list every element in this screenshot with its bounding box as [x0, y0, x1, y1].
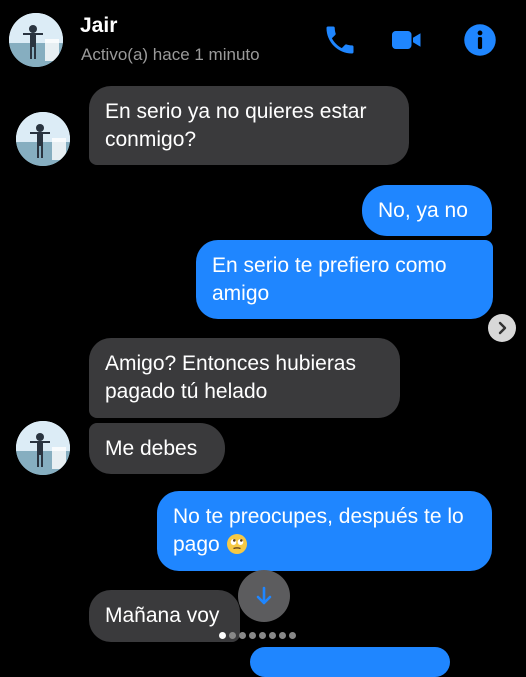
sender-avatar[interactable] [16, 421, 70, 475]
pagination-dot[interactable] [229, 632, 236, 639]
message-bubble-incoming[interactable]: Mañana voy [89, 590, 240, 642]
message-text: No, ya no [378, 198, 468, 222]
message-bubble-incoming[interactable]: Amigo? Entonces hubieras pagado tú helad… [89, 338, 400, 418]
active-status: Activo(a) hace 1 minuto [81, 45, 260, 64]
pagination-dot[interactable] [249, 632, 256, 639]
video-camera-icon[interactable] [389, 22, 425, 58]
arrow-down-icon [256, 586, 272, 605]
message-text: En serio te prefiero como amigo [212, 253, 447, 305]
chevron-right-icon[interactable] [488, 314, 516, 342]
rolling-eyes-emoji [226, 533, 248, 555]
message-text: Mañana voy [105, 604, 220, 627]
message-bubble-outgoing[interactable]: No te preocupes, después te lo pago [157, 491, 492, 571]
phone-icon[interactable] [322, 22, 358, 58]
pagination-dot[interactable] [269, 632, 276, 639]
message-text: Me debes [105, 436, 198, 460]
message-text: En serio ya no quieres estar conmigo? [105, 99, 367, 151]
pagination-dot[interactable] [239, 632, 246, 639]
message-text: No te preocupes, después te lo pago [173, 505, 464, 556]
info-icon[interactable] [462, 22, 498, 58]
pagination-dot[interactable] [279, 632, 286, 639]
contact-avatar[interactable] [9, 13, 63, 67]
carousel-pagination [219, 632, 296, 639]
pagination-dot[interactable] [219, 632, 226, 639]
pagination-dot[interactable] [289, 632, 296, 639]
scroll-to-bottom-button[interactable] [238, 570, 290, 622]
contact-name[interactable]: Jair [80, 14, 117, 38]
message-bubble-outgoing[interactable]: No, ya no [362, 185, 492, 236]
sender-avatar[interactable] [16, 112, 70, 166]
message-bubble-outgoing[interactable]: En serio te prefiero como amigo [196, 240, 493, 319]
pagination-dot[interactable] [259, 632, 266, 639]
message-bubble-partial[interactable] [250, 647, 450, 677]
message-text: Amigo? Entonces hubieras pagado tú helad… [105, 352, 356, 403]
message-bubble-incoming[interactable]: Me debes [89, 423, 225, 474]
chat-header: Jair Activo(a) hace 1 minuto [0, 0, 526, 80]
message-bubble-incoming[interactable]: En serio ya no quieres estar conmigo? [89, 86, 409, 165]
